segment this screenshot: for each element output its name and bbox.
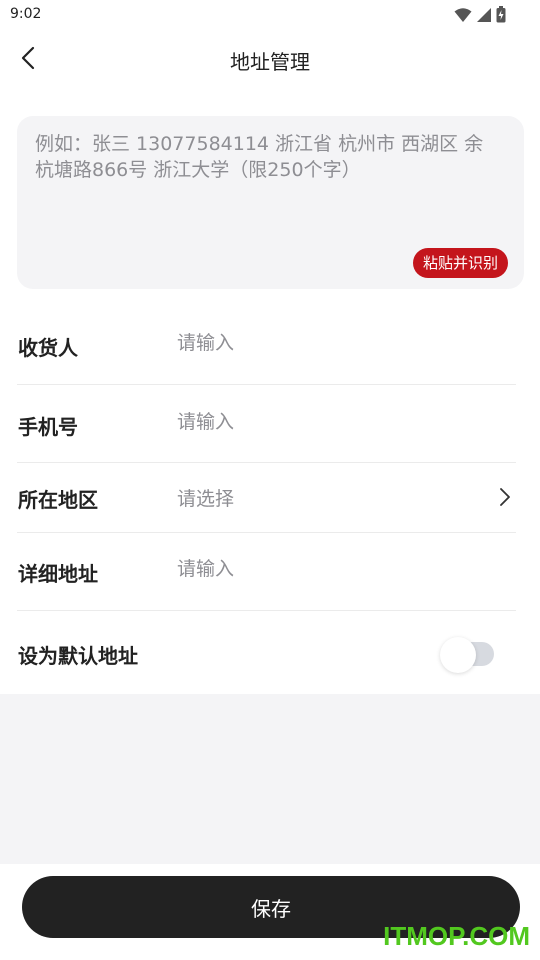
region-label: 所在地区 — [18, 488, 98, 512]
phone-input[interactable] — [177, 411, 476, 433]
header: 地址管理 — [0, 30, 540, 92]
detail-address-label: 详细地址 — [18, 562, 98, 586]
status-bar: 9:02 — [0, 0, 540, 30]
region-row[interactable]: 所在地区 请选择 — [17, 463, 516, 533]
phone-row: 手机号 — [17, 385, 516, 463]
status-icons — [454, 6, 506, 27]
phone-label: 手机号 — [18, 415, 78, 439]
address-form: 例如：张三 13077584114 浙江省 杭州市 西湖区 余杭塘路866号 浙… — [0, 92, 540, 694]
battery-icon — [496, 6, 506, 27]
paste-recognize-button[interactable]: 粘贴并识别 — [412, 248, 508, 278]
chevron-right-icon — [498, 487, 512, 507]
region-select[interactable]: 请选择 — [177, 484, 476, 511]
signal-icon — [476, 7, 492, 27]
detail-address-input[interactable] — [177, 558, 476, 580]
page-title: 地址管理 — [230, 50, 310, 74]
recipient-input[interactable] — [177, 332, 476, 354]
watermark: ITMOP.COM — [383, 921, 530, 951]
default-address-toggle[interactable] — [440, 637, 494, 673]
status-time: 9:02 — [10, 6, 42, 22]
paste-address-box[interactable]: 例如：张三 13077584114 浙江省 杭州市 西湖区 余杭塘路866号 浙… — [17, 116, 524, 289]
toggle-thumb — [440, 637, 476, 673]
detail-address-row: 详细地址 — [17, 533, 516, 611]
recipient-label: 收货人 — [18, 336, 78, 360]
wifi-icon — [454, 7, 472, 27]
paste-address-placeholder[interactable]: 例如：张三 13077584114 浙江省 杭州市 西湖区 余杭塘路866号 浙… — [35, 131, 500, 183]
recipient-row: 收货人 — [17, 305, 516, 385]
default-address-row: 设为默认地址 — [17, 611, 516, 694]
default-address-label: 设为默认地址 — [18, 644, 138, 668]
